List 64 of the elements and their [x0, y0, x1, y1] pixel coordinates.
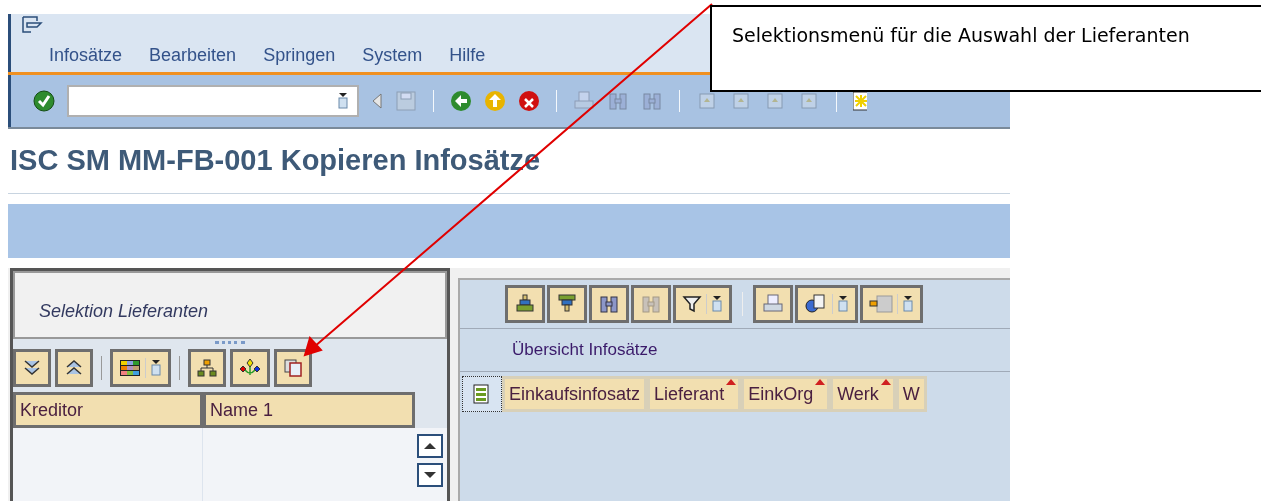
triangle-left-icon[interactable] [371, 91, 383, 111]
selection-button[interactable] [230, 349, 270, 387]
column-header[interactable]: EinkOrg [741, 376, 831, 412]
dropdown-icon [837, 295, 849, 313]
column-header[interactable]: W [895, 376, 927, 412]
page-icon[interactable] [696, 90, 718, 112]
print-button[interactable] [753, 285, 793, 323]
menu-item[interactable]: Bearbeiten [149, 42, 237, 69]
sort-marker-icon [880, 379, 891, 385]
sort-ascending-icon [514, 293, 536, 315]
binoculars-icon[interactable] [607, 90, 629, 112]
collapse-button[interactable] [55, 349, 93, 387]
windows-icon [283, 358, 303, 378]
diamonds-icon [239, 358, 261, 378]
layout-button[interactable] [110, 349, 171, 387]
expand-all-icon [22, 358, 42, 378]
sort-ascending-button[interactable] [505, 285, 545, 323]
column-header[interactable]: Kreditor [13, 392, 203, 428]
menu-item[interactable]: Hilfe [449, 42, 486, 69]
list-heading: Übersicht Infosätze [512, 339, 658, 362]
find-button[interactable] [589, 285, 629, 323]
export-button[interactable] [795, 285, 858, 323]
list-icon [472, 384, 492, 404]
collapse-all-icon [64, 358, 84, 378]
printer-icon[interactable] [573, 90, 595, 112]
command-field[interactable] [67, 85, 359, 117]
select-all-button[interactable] [462, 376, 502, 412]
page-icon[interactable] [730, 90, 752, 112]
check-icon[interactable] [33, 90, 55, 112]
column-header[interactable]: Name 1 [203, 392, 415, 428]
sort-descending-button[interactable] [547, 285, 587, 323]
menu-item[interactable]: Infosätze [49, 42, 123, 69]
expand-button[interactable] [13, 349, 51, 387]
column-header[interactable]: Lieferant [647, 376, 742, 412]
hierarchy-icon [197, 358, 217, 378]
panel-heading: Selektion Lieferanten [39, 300, 209, 323]
dropdown-icon [337, 92, 349, 110]
back-icon[interactable] [450, 90, 472, 112]
binoculars-icon[interactable] [598, 293, 620, 315]
sparkle-icon[interactable] [853, 90, 867, 112]
scroll-up-icon[interactable] [417, 434, 443, 458]
page-icon[interactable] [764, 90, 786, 112]
columns-button[interactable] [860, 285, 923, 323]
find-next-button[interactable] [631, 285, 671, 323]
windows-button[interactable] [274, 349, 312, 387]
filter-icon [682, 294, 702, 314]
dropdown-icon [711, 295, 723, 313]
sort-descending-icon [556, 293, 578, 315]
cancel-icon[interactable] [518, 90, 540, 112]
callout-text: Selektionsmenü für die Auswahl der Lieferanten [732, 23, 1191, 48]
globe-document-icon [804, 294, 828, 314]
page-icon[interactable] [798, 90, 820, 112]
table-icon [869, 295, 893, 313]
scroll-down-icon[interactable] [417, 463, 443, 487]
menu-item[interactable]: Springen [263, 42, 336, 69]
filter-button[interactable] [673, 285, 732, 323]
grid-icon [119, 359, 141, 377]
column-header[interactable]: Werk [830, 376, 896, 412]
menu-window-icon[interactable] [21, 16, 43, 34]
hierarchy-button[interactable] [188, 349, 226, 387]
dropdown-icon [902, 295, 914, 313]
menu-item[interactable]: System [362, 42, 423, 69]
dropdown-icon [150, 359, 162, 377]
column-header[interactable]: Einkaufsinfosatz [502, 376, 648, 412]
